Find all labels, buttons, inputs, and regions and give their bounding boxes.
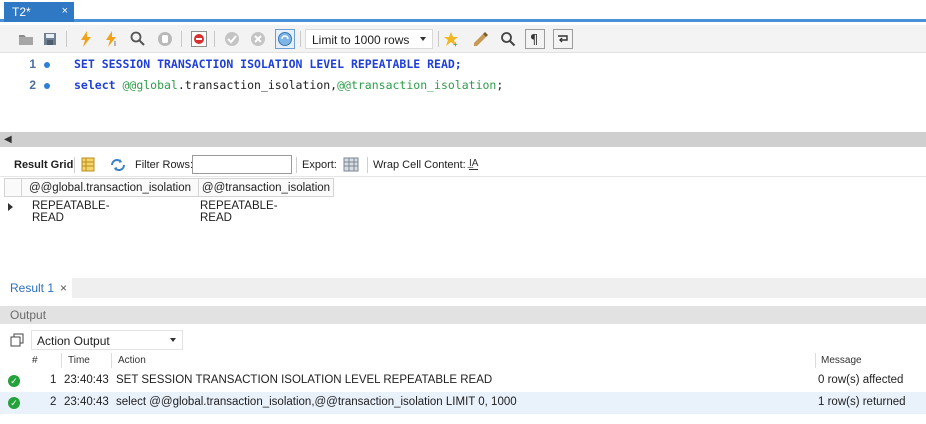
sql-statement[interactable]: SET SESSION TRANSACTION ISOLATION LEVEL …	[74, 57, 462, 71]
toolbar-separator	[367, 157, 368, 173]
editor-line: 1 SET SESSION TRANSACTION ISOLATION LEVE…	[0, 57, 926, 77]
execute-icon[interactable]	[76, 29, 96, 49]
tab-title: T2*	[12, 5, 31, 19]
chevron-down-icon	[420, 37, 426, 41]
sql-editor-toolbar: I Limit to 1000 rows + ¶	[0, 25, 926, 53]
scroll-left-icon[interactable]: ◀	[4, 134, 12, 145]
export-icon[interactable]	[343, 156, 361, 176]
filter-rows-input[interactable]	[192, 155, 292, 174]
wrap-cell-label: Wrap Cell Content:	[373, 159, 466, 171]
execute-current-icon[interactable]: I	[102, 29, 122, 49]
editor-line: 2 select @@global.transaction_isolation,…	[0, 78, 926, 98]
svg-text:I: I	[114, 41, 116, 47]
wrap-cell-icon[interactable]: I̲A	[469, 158, 479, 170]
sql-variable: @@global	[122, 78, 178, 92]
statement-marker-icon	[44, 62, 50, 68]
grid-corner	[4, 178, 22, 197]
output-type-value: Action Output	[37, 334, 110, 348]
chevron-down-icon	[170, 338, 176, 342]
column-header[interactable]: @@transaction_isolation	[198, 178, 334, 197]
editor-horizontal-scrollbar[interactable]: ◀	[0, 132, 926, 147]
export-label: Export:	[302, 159, 337, 171]
toolbar-separator	[214, 31, 215, 47]
sql-text: ;	[496, 78, 504, 92]
toolbar-separator	[300, 31, 301, 47]
output-row[interactable]: ✓ 1 23:40:43 SET SESSION TRANSACTION ISO…	[0, 370, 926, 392]
output-action: select @@global.transaction_isolation,@@…	[116, 396, 517, 408]
column-header-num: #	[32, 355, 38, 366]
output-message: 0 row(s) affected	[818, 374, 904, 386]
column-divider	[61, 353, 62, 368]
line-number: 1	[29, 57, 36, 71]
toolbar-separator	[296, 157, 297, 173]
output-type-select[interactable]: Action Output	[31, 330, 183, 350]
toolbar-separator	[181, 31, 182, 47]
output-title: Output	[10, 308, 47, 322]
output-action: SET SESSION TRANSACTION ISOLATION LEVEL …	[116, 374, 493, 386]
column-header-time: Time	[68, 355, 90, 366]
output-time: 23:40:43	[64, 374, 109, 386]
invisible-chars-icon[interactable]: ¶	[525, 29, 545, 49]
result-tab-label: Result 1	[10, 281, 55, 295]
sql-keyword: select	[74, 78, 123, 92]
sql-variable: @@transaction_isolation	[337, 78, 497, 92]
editor-tab-strip: T2* ×	[0, 0, 926, 22]
column-divider	[815, 353, 816, 368]
output-time: 23:40:43	[64, 396, 109, 408]
output-message: 1 row(s) returned	[818, 396, 906, 408]
tab-result-1[interactable]: Result 1 ×	[0, 278, 72, 298]
tab-close-icon[interactable]: ×	[62, 5, 68, 17]
svg-text:¶: ¶	[530, 33, 538, 46]
svg-text:+: +	[453, 40, 458, 47]
result-grid-label[interactable]: Result Grid	[14, 159, 73, 171]
rollback-icon[interactable]	[248, 29, 268, 49]
autocommit-icon[interactable]	[275, 29, 295, 49]
copy-icon[interactable]	[10, 333, 24, 350]
success-check-icon: ✓	[8, 397, 20, 409]
toggle-errors-icon[interactable]	[189, 29, 209, 49]
column-header-message: Message	[821, 355, 862, 366]
current-row-icon	[8, 203, 13, 211]
limit-rows-value: Limit to 1000 rows	[312, 33, 410, 47]
explain-icon[interactable]	[128, 29, 148, 49]
limit-rows-select[interactable]: Limit to 1000 rows	[305, 29, 433, 49]
save-icon[interactable]	[40, 29, 60, 49]
filter-rows-label: Filter Rows:	[135, 159, 194, 171]
output-toolbar: Action Output	[0, 328, 926, 352]
sql-editor[interactable]: 1 SET SESSION TRANSACTION ISOLATION LEVE…	[0, 54, 926, 132]
grid-view-icon[interactable]	[81, 157, 95, 175]
column-divider	[111, 353, 112, 368]
find-icon[interactable]	[498, 29, 518, 49]
success-check-icon: ✓	[8, 375, 20, 387]
open-folder-icon[interactable]	[16, 29, 36, 49]
column-header[interactable]: @@global.transaction_isolation	[21, 178, 199, 197]
close-icon[interactable]: ×	[60, 281, 67, 295]
statement-marker-icon	[44, 83, 50, 89]
tab-query-t2[interactable]: T2* ×	[4, 2, 74, 22]
result-tab-strip: Result 1 ×	[0, 278, 926, 298]
line-number: 2	[29, 78, 36, 92]
grid-cell[interactable]: REPEATABLE-READ	[32, 200, 110, 224]
commit-icon[interactable]	[222, 29, 242, 49]
result-grid-toolbar: Result Grid Filter Rows: Export: Wrap Ce…	[0, 153, 926, 177]
grid-cell[interactable]: REPEATABLE-READ	[200, 200, 278, 224]
column-header-action: Action	[118, 355, 146, 366]
toolbar-separator	[438, 31, 439, 47]
output-num: 1	[50, 374, 57, 386]
toolbar-separator	[74, 157, 75, 173]
refresh-icon[interactable]	[110, 158, 126, 175]
sql-text: .transaction_isolation,	[177, 78, 338, 92]
beautify-icon[interactable]	[471, 29, 491, 49]
toolbar-separator	[66, 31, 67, 47]
output-row[interactable]: ✓ 2 23:40:43 select @@global.transaction…	[0, 392, 926, 414]
stop-icon[interactable]	[155, 29, 175, 49]
output-num: 2	[50, 396, 57, 408]
wrap-icon[interactable]	[553, 29, 573, 49]
bookmark-icon[interactable]: +	[441, 29, 461, 49]
sql-statement[interactable]: select @@global.transaction_isolation,@@…	[74, 78, 503, 92]
output-panel-header: Output	[0, 306, 926, 324]
